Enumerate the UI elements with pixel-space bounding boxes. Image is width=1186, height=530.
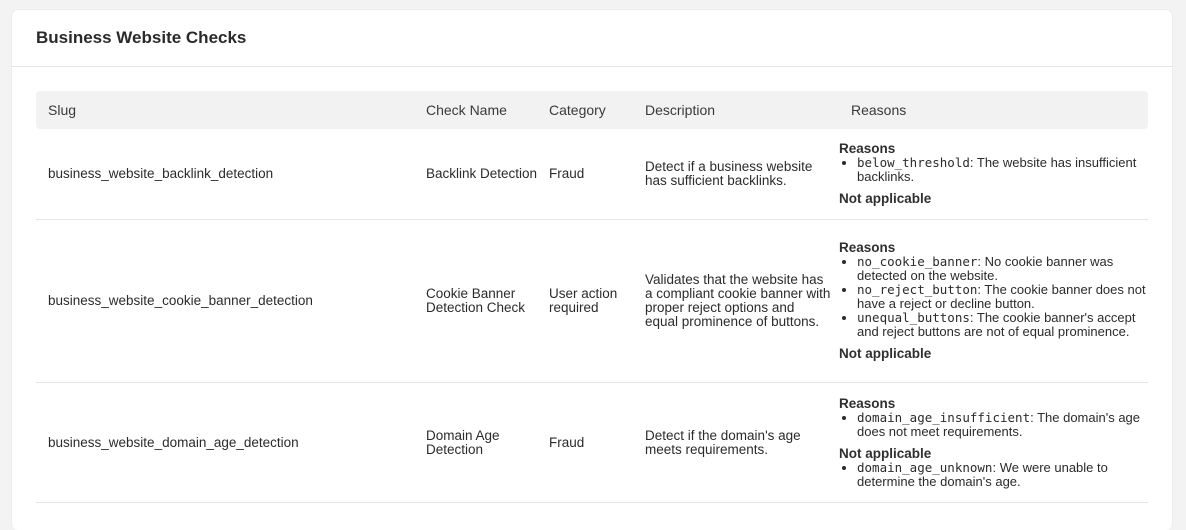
reason-item: no_reject_button: The cookie banner does… [857,283,1148,311]
header-check-name: Check Name [426,102,507,118]
cell-check-name: Domain Age Detection [426,427,500,457]
reason-item: domain_age_insufficient: The domain's ag… [857,409,1148,439]
not-applicable-code: domain_age_unknown [857,459,993,475]
not-applicable-list: domain_age_unknown: We were unable to de… [839,459,1148,489]
reasons-heading: Reasons [839,240,896,255]
checks-card: Business Website Checks Slug Check Name … [12,10,1172,530]
table-row: business_website_domain_age_detection Do… [36,383,1148,503]
not-applicable-heading: Not applicable [839,346,932,361]
cell-reasons: Reasons no_cookie_banner: No cookie bann… [839,231,1148,371]
cell-category: Fraud [549,166,585,181]
cell-slug: business_website_backlink_detection [48,166,274,181]
cell-category: Fraud [549,434,585,450]
cell-description: Detect if the domain's age meets require… [645,427,801,457]
table-row: business_website_cookie_banner_detection… [36,220,1148,383]
card-header: Business Website Checks [12,10,1172,67]
not-applicable-heading: Not applicable [839,191,932,206]
cell-description: Detect if a business website has suffici… [645,159,813,188]
header-description: Description [645,102,716,118]
reasons-list: domain_age_insufficient: The domain's ag… [839,409,1148,439]
table-row: business_website_backlink_detection Back… [36,129,1148,220]
card-title: Business Website Checks [36,28,247,47]
reasons-heading: Reasons [839,395,896,411]
cell-check-name: Backlink Detection [426,166,538,181]
reason-item: unequal_buttons: The cookie banner's acc… [857,311,1148,339]
reason-item: below_threshold: The website has insuffi… [857,156,1148,184]
cell-slug: business_website_domain_age_detection [48,434,299,450]
not-applicable-heading: Not applicable [839,445,932,461]
cell-reasons: Reasons below_threshold: The website has… [839,132,1148,216]
header-reasons: Reasons [851,102,907,118]
header-slug: Slug [48,102,77,118]
cell-check-name: Cookie Banner Detection Check [426,286,526,315]
reason-code: below_threshold [857,155,970,170]
reason-code: domain_age_insufficient [857,409,1031,425]
reason-code: unequal_buttons [857,310,970,325]
cell-description: Validates that the website has a complia… [645,272,831,329]
reasons-list: no_cookie_banner: No cookie banner was d… [839,255,1148,339]
cell-category: User action required [549,286,618,315]
checks-table: Slug Check Name Category Description Rea… [36,91,1148,503]
reasons-list: below_threshold: The website has insuffi… [839,156,1148,184]
table-header: Slug Check Name Category Description Rea… [36,91,1148,129]
cell-slug: business_website_cookie_banner_detection [48,293,313,308]
reason-item: no_cookie_banner: No cookie banner was d… [857,255,1148,283]
header-category: Category [549,102,606,118]
reason-code: no_reject_button [857,282,978,297]
reasons-heading: Reasons [839,141,896,156]
cell-reasons: Reasons domain_age_insufficient: The dom… [839,387,1148,499]
reason-code: no_cookie_banner [857,254,978,269]
not-applicable-item: domain_age_unknown: We were unable to de… [857,459,1148,489]
